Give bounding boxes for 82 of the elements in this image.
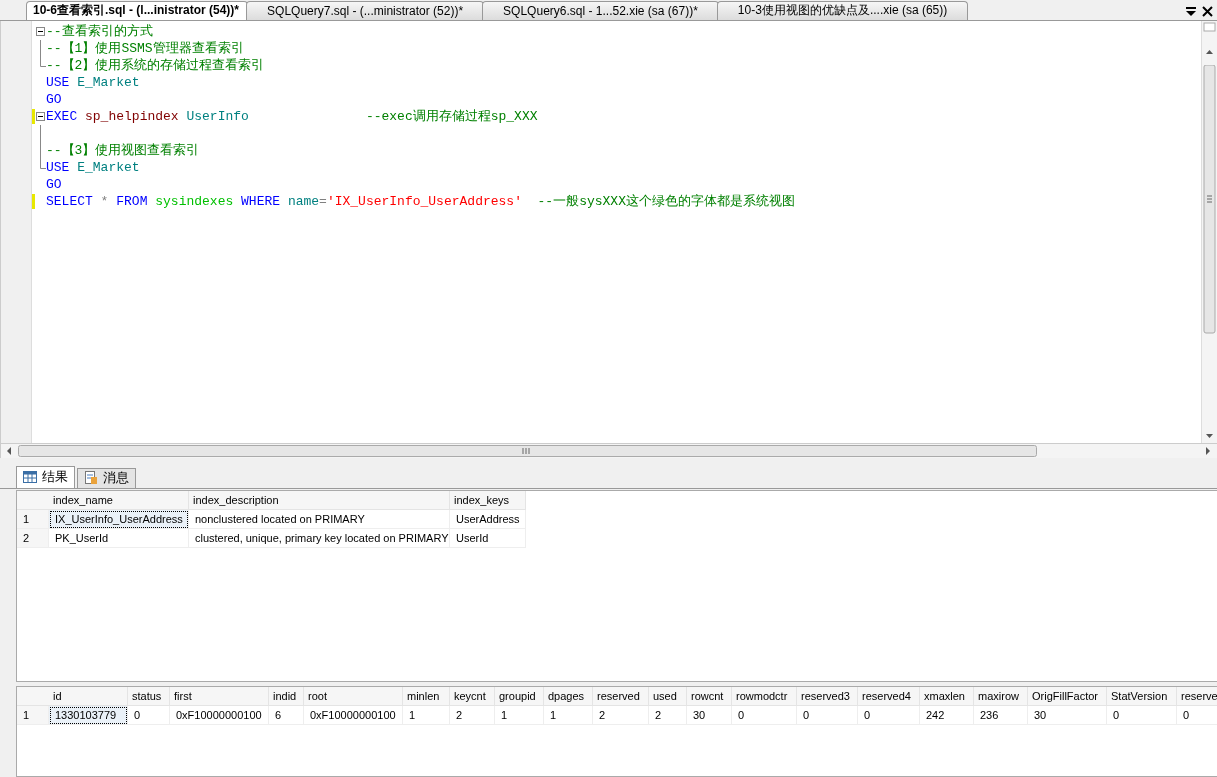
collapse-icon[interactable] <box>36 26 45 36</box>
vertical-scrollbar[interactable] <box>1201 20 1217 443</box>
table-cell: 2 <box>593 706 649 726</box>
document-tab[interactable]: 10-6查看索引.sql - (l...inistrator (54))* <box>26 0 249 20</box>
row-number[interactable]: 2 <box>17 529 49 549</box>
scroll-up-icon[interactable] <box>1203 48 1216 55</box>
code-line: USE E_Market <box>46 159 140 175</box>
row-number[interactable]: 1 <box>17 706 49 726</box>
column-header[interactable]: indid <box>269 687 304 707</box>
table-cell: 0 <box>732 706 797 726</box>
column-header[interactable]: StatVersion <box>1107 687 1177 707</box>
column-header[interactable]: reserve <box>1177 687 1217 707</box>
code-line: --【3】使用视图查看索引 <box>46 142 200 160</box>
table-cell: 0xF10000000100 <box>170 706 269 726</box>
close-icon[interactable] <box>1202 5 1213 17</box>
table-cell: 0 <box>858 706 920 726</box>
code-line: GO <box>46 176 62 192</box>
code-line: --【2】使用系统的存储过程查看索引 <box>46 57 265 75</box>
column-header[interactable]: minlen <box>403 687 450 707</box>
table-cell: 30 <box>687 706 732 726</box>
column-header[interactable]: OrigFillFactor <box>1028 687 1107 707</box>
document-icon <box>84 471 98 485</box>
table-cell: 30 <box>1028 706 1107 726</box>
code-line: GO <box>46 91 62 107</box>
column-header[interactable]: first <box>170 687 269 707</box>
column-header[interactable]: groupid <box>495 687 544 707</box>
column-header[interactable]: dpages <box>544 687 593 707</box>
table-cell: 2 <box>450 706 495 726</box>
table-cell: 1 <box>544 706 593 726</box>
table-cell: UserAddress <box>450 510 526 530</box>
column-header[interactable]: reserved <box>593 687 649 707</box>
column-header[interactable]: keycnt <box>450 687 495 707</box>
table-cell: UserId <box>450 529 526 549</box>
result-tab[interactable]: 消息 <box>77 467 136 488</box>
code-line: SELECT * FROM sysindexes WHERE name='IX_UserInfo_UserAddress' --一般sysXXX这个绿色的字体都是系统视图 <box>46 193 795 211</box>
column-header[interactable]: used <box>649 687 687 707</box>
code-line: USE E_Market <box>46 74 140 90</box>
code-line: --查看索引的方式 <box>46 23 153 41</box>
table-cell: 0 <box>1177 706 1217 726</box>
table-cell: PK_UserId <box>49 529 189 549</box>
split-handle[interactable] <box>1203 20 1216 33</box>
scroll-down-icon[interactable] <box>1203 432 1216 439</box>
grid-icon <box>23 471 37 483</box>
column-header[interactable]: index_description <box>189 491 450 511</box>
table-cell: 242 <box>920 706 974 726</box>
dropdown-icon[interactable] <box>1186 6 1196 17</box>
scroll-thumb[interactable] <box>1203 64 1216 335</box>
table-cell: 0 <box>797 706 858 726</box>
table-cell: 236 <box>974 706 1028 726</box>
column-header[interactable]: xmaxlen <box>920 687 974 707</box>
table-cell: 6 <box>269 706 304 726</box>
column-header[interactable]: reserved4 <box>858 687 920 707</box>
scroll-thumb[interactable] <box>18 443 1038 458</box>
table-cell: 1 <box>403 706 450 726</box>
table-cell: clustered, unique, primary key located on PRIMARY <box>189 529 450 549</box>
column-header[interactable]: rowcnt <box>687 687 732 707</box>
scroll-left-icon[interactable] <box>7 446 12 455</box>
column-header[interactable]: maxirow <box>974 687 1028 707</box>
table-cell: nonclustered located on PRIMARY <box>189 510 450 530</box>
table-cell: 0xF10000000100 <box>304 706 403 726</box>
row-number[interactable]: 1 <box>17 510 49 530</box>
table-cell: 1 <box>495 706 544 726</box>
result-tab[interactable]: 结果 <box>16 465 75 488</box>
column-header[interactable]: index_keys <box>450 491 526 511</box>
scroll-right-icon[interactable] <box>1206 446 1211 455</box>
collapse-icon[interactable] <box>36 111 45 121</box>
code-line: --【1】使用SSMS管理器查看索引 <box>46 40 244 58</box>
document-tab[interactable]: SQLQuery6.sql - 1...52.xie (sa (67))* <box>482 0 719 20</box>
table-cell: 2 <box>649 706 687 726</box>
document-tab[interactable]: SQLQuery7.sql - (...ministrator (52))* <box>246 0 485 20</box>
document-tab[interactable]: 10-3使用视图的优缺点及....xie (sa (65)) <box>716 0 969 20</box>
table-cell: IX_UserInfo_UserAddress <box>49 510 189 530</box>
column-header[interactable]: status <box>128 687 170 707</box>
table-cell: 1330103779 <box>49 706 128 726</box>
table-cell: 0 <box>128 706 170 726</box>
column-header[interactable]: rowmodctr <box>732 687 797 707</box>
table-cell: 0 <box>1107 706 1177 726</box>
column-header[interactable]: reserved3 <box>797 687 858 707</box>
code-line: EXEC sp_helpindex UserInfo --exec调用存储过程sp_XXX <box>46 108 538 126</box>
column-header[interactable]: root <box>304 687 403 707</box>
column-header[interactable]: index_name <box>49 491 189 511</box>
column-header[interactable]: id <box>49 687 128 707</box>
